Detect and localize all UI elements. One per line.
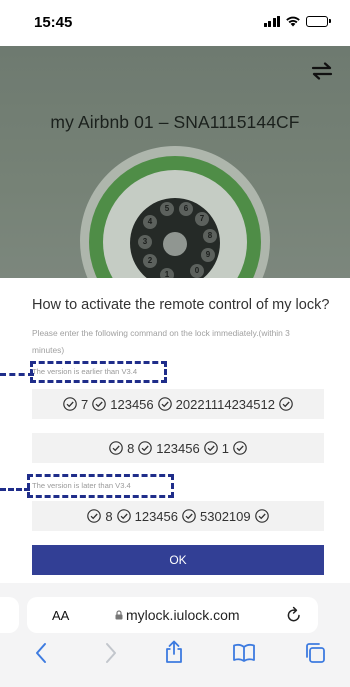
command-value: 123456	[134, 508, 178, 524]
keypad-center-button	[163, 232, 187, 256]
command-value: 8	[127, 440, 135, 456]
check-circle-icon	[109, 441, 123, 455]
keypad-key: 4	[143, 215, 157, 229]
status-bar: 15:45	[0, 0, 350, 46]
keypad-key: 9	[201, 248, 215, 262]
text-size-button[interactable]: AA	[52, 608, 69, 623]
keypad-key: 5	[160, 202, 174, 216]
wifi-icon	[286, 16, 300, 27]
version-label: The version is earlier than V3.4	[32, 367, 138, 376]
command-value: 7	[81, 396, 89, 412]
check-circle-icon	[203, 441, 218, 455]
page-title: How to activate the remote control of my…	[32, 297, 330, 313]
lock-icon	[115, 610, 123, 620]
check-circle-icon	[233, 441, 247, 455]
device-title: my Airbnb 01 – SNA1115144CF	[50, 112, 300, 132]
annotation-leader-line	[0, 488, 30, 491]
address-bar[interactable]: AA mylock.iulock.com	[27, 597, 318, 633]
command-value: 8	[105, 508, 113, 524]
command-row: 8 123456 1	[32, 433, 324, 463]
device-hero: my Airbnb 01 – SNA1115144CF 5 6 7 4 8 3 …	[0, 46, 350, 278]
annotation-leader-line	[0, 373, 34, 376]
instruction-text: Please enter the following command on th…	[32, 328, 290, 355]
check-circle-icon	[138, 441, 153, 455]
check-circle-icon	[87, 509, 102, 523]
previous-tab-card[interactable]	[0, 597, 19, 633]
keypad-key: 2	[143, 254, 157, 268]
browser-toolbar: AA mylock.iulock.com	[0, 583, 350, 687]
signal-icon	[263, 15, 280, 27]
keypad-key: 8	[203, 229, 217, 243]
status-icons	[263, 15, 331, 27]
command-value: 1	[221, 440, 229, 456]
bookmarks-icon[interactable]	[232, 643, 256, 663]
command-value: 5302109	[200, 508, 251, 524]
command-value: 20221114234512	[175, 396, 275, 412]
check-circle-icon	[279, 397, 293, 411]
check-circle-icon	[63, 397, 77, 411]
check-circle-icon	[116, 509, 131, 523]
back-icon[interactable]	[34, 642, 48, 664]
command-value: 123456	[110, 396, 154, 412]
check-circle-icon	[92, 397, 107, 411]
keypad-key: 3	[138, 235, 152, 249]
keypad-key: 1	[160, 268, 174, 278]
check-circle-icon	[182, 509, 196, 523]
status-time: 15:45	[34, 14, 73, 31]
forward-icon[interactable]	[104, 642, 118, 664]
share-icon[interactable]	[164, 640, 184, 664]
keypad-key: 6	[179, 202, 193, 216]
version-label: The version is later than V3.4	[32, 481, 131, 490]
command-row: 8 123456 5302109	[32, 501, 324, 531]
switch-arrows-icon[interactable]	[311, 62, 333, 80]
command-value: 123456	[156, 440, 200, 456]
url-text: mylock.iulock.com	[126, 607, 240, 623]
keypad-key: 7	[195, 212, 209, 226]
check-circle-icon	[157, 397, 172, 411]
check-circle-icon	[254, 509, 269, 523]
keypad-key: 0	[190, 264, 204, 278]
tabs-icon[interactable]	[304, 642, 326, 664]
ok-button[interactable]: OK	[32, 545, 324, 575]
battery-icon	[306, 15, 331, 27]
command-row: 7 123456 20221114234512	[32, 389, 324, 419]
reload-icon[interactable]	[286, 606, 302, 623]
